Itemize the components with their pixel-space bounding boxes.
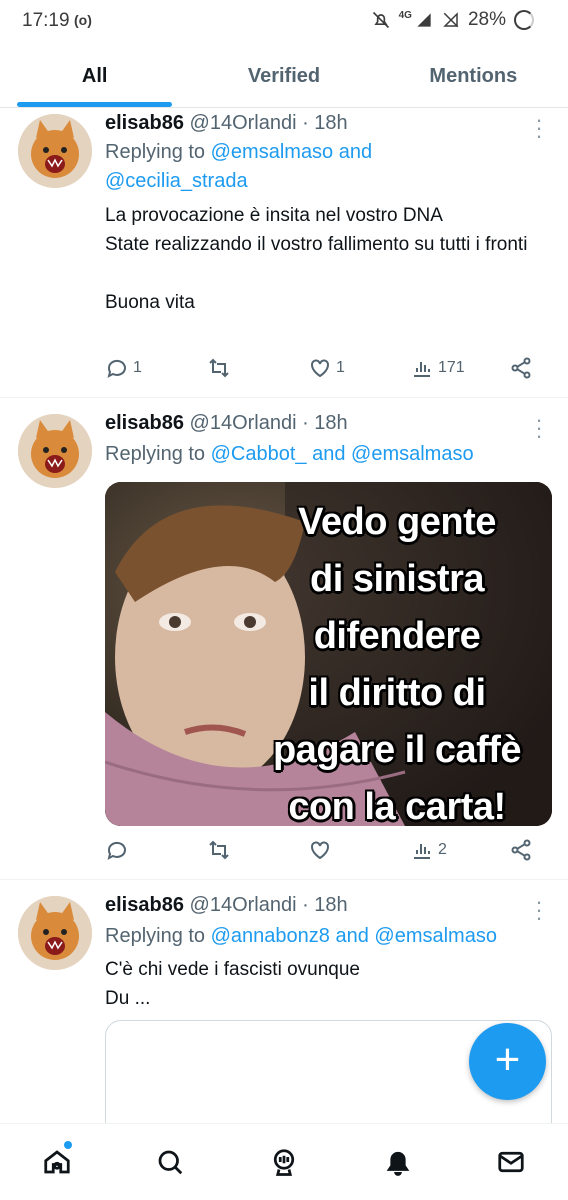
nav-home[interactable] — [0, 1124, 114, 1200]
tweet-image[interactable]: Vedo gente di sinistra difendere il diri… — [105, 482, 552, 826]
retweet-icon — [209, 358, 229, 378]
share-icon — [511, 839, 531, 861]
like-count: 1 — [336, 359, 345, 376]
search-icon — [159, 1150, 183, 1175]
notifications-tabs: All Verified Mentions — [0, 50, 568, 108]
views-button[interactable]: 171 — [410, 356, 465, 380]
reply-mentions[interactable]: @Cabbot_ and @emsalmaso — [211, 443, 474, 465]
home-icon — [44, 1150, 70, 1174]
views-icon — [414, 362, 430, 377]
cat-avatar-image — [18, 896, 92, 970]
author-handle-time: @14Orlandi · 18h — [189, 412, 348, 434]
battery-percent: 28% — [467, 9, 506, 30]
tweet-text: La provocazione è insita nel vostro DNA … — [105, 205, 528, 313]
wifi-off-icon — [443, 12, 459, 28]
share-icon — [511, 357, 531, 379]
reply-button[interactable] — [105, 838, 133, 862]
like-button[interactable]: 1 — [308, 356, 345, 380]
views-count: 2 — [438, 841, 447, 858]
network-label: 4G — [398, 9, 412, 21]
status-right: 4G 28% — [371, 9, 534, 31]
nav-messages[interactable] — [454, 1124, 568, 1200]
tab-verified[interactable]: Verified — [189, 50, 378, 107]
replying-prefix: Replying to — [105, 443, 206, 465]
compose-tweet-button[interactable]: + — [469, 1023, 546, 1100]
author-name[interactable]: elisab86 — [105, 412, 184, 434]
reply-icon — [107, 359, 126, 378]
reply-mentions-line2[interactable]: @cecilia_strada — [105, 170, 248, 192]
retweet-button[interactable] — [207, 838, 235, 862]
heart-icon — [311, 841, 329, 860]
notifications-icon — [386, 1151, 409, 1176]
nav-spaces[interactable] — [227, 1124, 341, 1200]
status-time: 17:19 — [22, 10, 70, 31]
tab-all[interactable]: All — [0, 50, 189, 107]
status-bar: 17:19 (o) 4G 28% — [0, 0, 568, 44]
reply-button[interactable]: 1 — [105, 356, 142, 380]
signal-icon — [417, 13, 431, 27]
cat-avatar-image — [18, 414, 92, 488]
cast-icon: (o) — [74, 12, 92, 28]
cat-avatar-image — [18, 114, 92, 188]
tweet-actions: 2 — [105, 838, 535, 868]
views-count: 171 — [438, 359, 465, 376]
mute-icon — [372, 11, 389, 29]
meme-caption: Vedo gente di sinistra difendere il diri… — [272, 501, 522, 826]
views-icon — [414, 844, 430, 859]
avatar[interactable] — [18, 414, 92, 488]
new-content-badge — [63, 1140, 73, 1150]
spaces-icon — [273, 1149, 295, 1176]
more-options-icon[interactable]: · · · — [534, 891, 544, 929]
tweet-header: elisab86 @14Orlandi · 18h — [105, 894, 348, 917]
more-options-icon[interactable]: · · · — [534, 109, 544, 147]
tweet-actions: 1 1 171 — [105, 356, 535, 386]
nav-search[interactable] — [114, 1124, 228, 1200]
author-name[interactable]: elisab86 — [105, 894, 184, 916]
replying-to: Replying to @annabonz8 and @emsalmaso — [105, 922, 497, 951]
author-handle-time: @14Orlandi · 18h — [189, 112, 348, 134]
replying-to: Replying to @Cabbot_ and @emsalmaso — [105, 440, 474, 469]
replying-prefix: Replying to — [105, 925, 206, 947]
share-button[interactable] — [509, 356, 533, 380]
reply-count: 1 — [133, 359, 142, 376]
active-tab-indicator — [17, 102, 172, 107]
author-name[interactable]: elisab86 — [105, 112, 184, 134]
replying-to: Replying to @emsalmaso and @cecilia_stra… — [105, 138, 372, 196]
nav-notifications[interactable] — [341, 1124, 455, 1200]
bottom-navigation — [0, 1123, 568, 1200]
views-button[interactable]: 2 — [410, 838, 447, 862]
reply-icon — [107, 841, 126, 860]
tweet-text: C'è chi vede i fascisti ovunque Du ... — [105, 959, 360, 1009]
author-handle-time: @14Orlandi · 18h — [189, 894, 348, 916]
messages-icon — [498, 1151, 524, 1173]
avatar[interactable] — [18, 114, 92, 188]
avatar[interactable] — [18, 896, 92, 970]
tweet-header: elisab86 @14Orlandi · 18h — [105, 112, 348, 135]
replying-prefix: Replying to — [105, 141, 206, 163]
tab-mentions[interactable]: Mentions — [379, 50, 568, 107]
more-options-icon[interactable]: · · · — [534, 409, 544, 447]
tweet[interactable]: elisab86 @14Orlandi · 18h · · · Replying t… — [0, 108, 568, 398]
retweet-icon — [209, 840, 229, 860]
reply-mentions[interactable]: @annabonz8 and @emsalmaso — [211, 925, 497, 947]
reply-mentions-line1[interactable]: @emsalmaso and — [211, 141, 372, 163]
heart-icon — [311, 359, 329, 378]
share-button[interactable] — [509, 838, 533, 862]
tweet-header: elisab86 @14Orlandi · 18h — [105, 412, 348, 435]
like-button[interactable] — [308, 838, 336, 862]
retweet-button[interactable] — [207, 356, 235, 380]
tweet[interactable]: elisab86 @14Orlandi · 18h · · · Replying t… — [0, 398, 568, 880]
battery-icon — [514, 10, 534, 30]
